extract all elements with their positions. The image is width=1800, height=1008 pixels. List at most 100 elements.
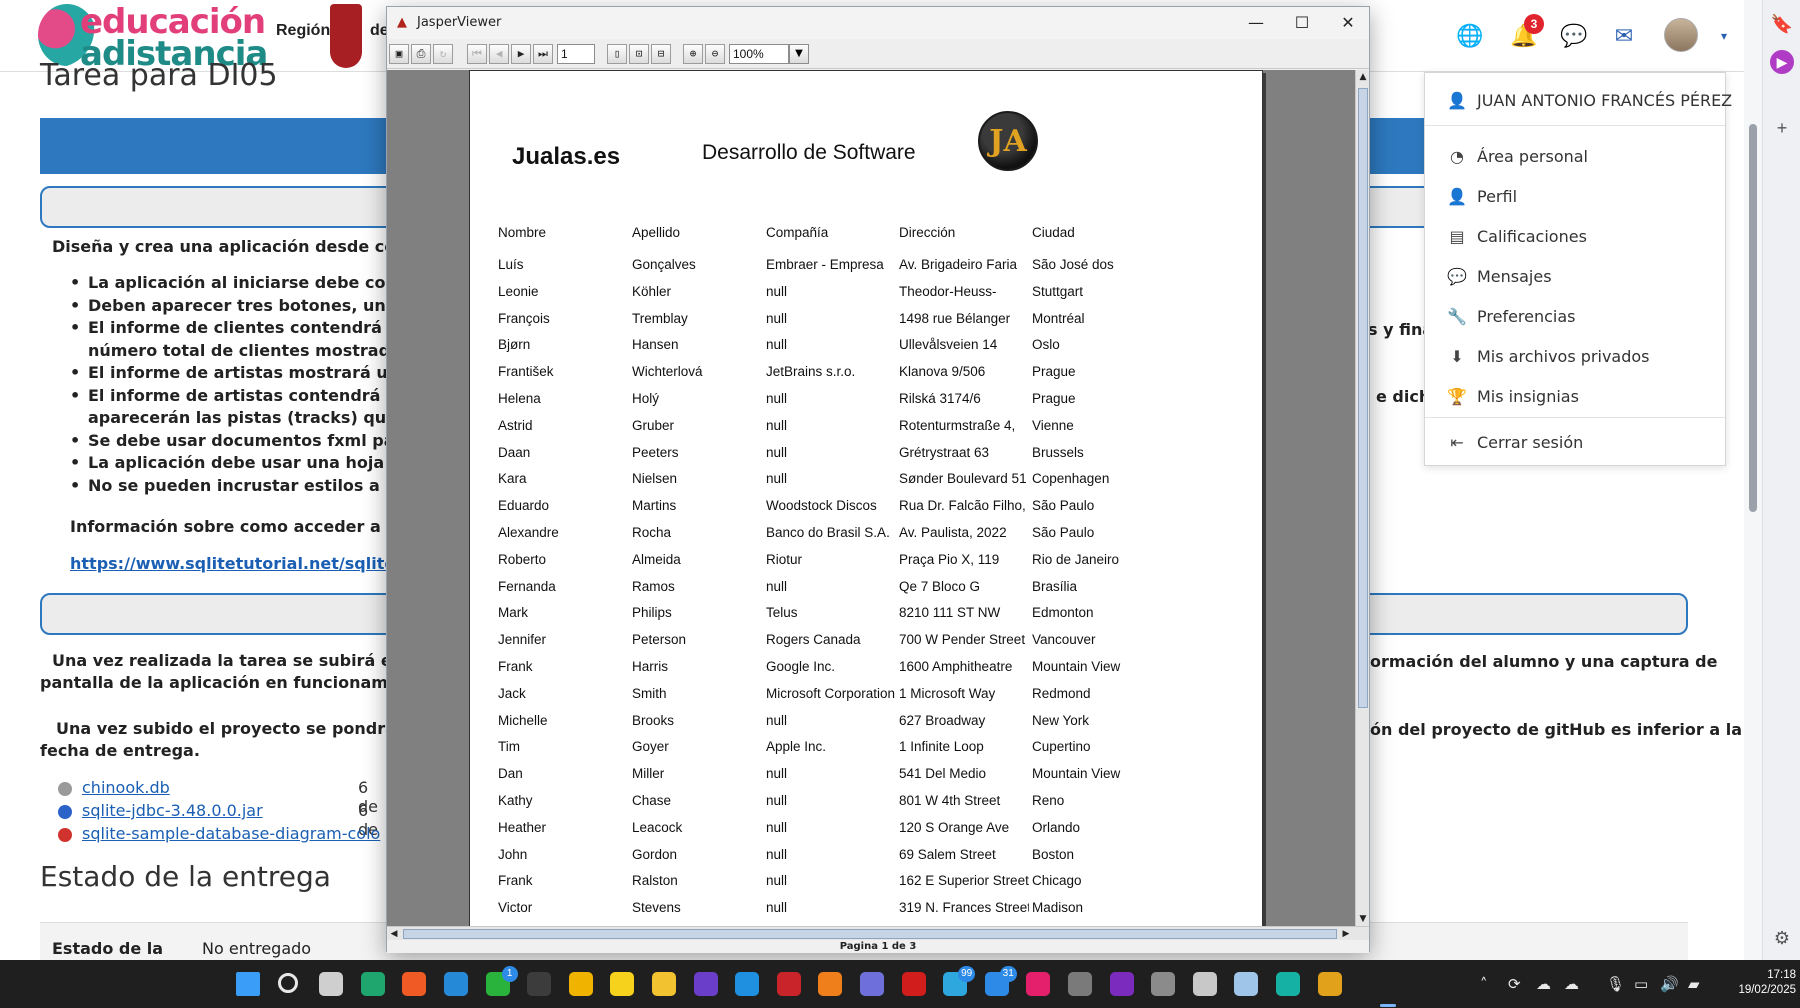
sqlite-tutorial-link[interactable]: https://www.sqlitetutorial.net/sqlite-ja… [70, 553, 386, 575]
jasper-taskbar-icon[interactable] [1317, 972, 1342, 996]
mailspring-icon[interactable] [1026, 972, 1051, 996]
onedrive-icon[interactable]: ☁ [1564, 975, 1579, 993]
menu-item-profile[interactable]: 👤 Perfil [1425, 181, 1725, 213]
language-globe-icon[interactable]: 🌐 [1456, 22, 1484, 50]
chat-bubble-icon[interactable]: 💬 [1560, 22, 1588, 50]
report-column-header: Ciudad [1032, 225, 1075, 240]
cloud-icon[interactable]: ☁ [1536, 975, 1551, 993]
chevron-up-icon[interactable]: ˄ [1480, 975, 1488, 993]
sync-icon[interactable]: ⟳ [1508, 975, 1521, 993]
attachment-file-link[interactable]: sqlite-sample-database-diagram-colo [82, 824, 380, 843]
save-icon[interactable]: ▣ [389, 44, 409, 64]
filezilla-icon[interactable] [776, 972, 801, 996]
brave-browser-icon[interactable] [402, 972, 427, 996]
telegram-icon[interactable]: 99 [943, 966, 976, 996]
gear-icon[interactable]: ⚙ [1770, 926, 1794, 950]
zoom-combo-input[interactable] [729, 44, 789, 64]
terminal-icon[interactable] [527, 972, 552, 996]
scroll-right-icon[interactable]: ▶ [1339, 927, 1353, 941]
report-cell: Bjørn [498, 337, 531, 353]
menu-item-logout[interactable]: ⇤ Cerrar sesión [1425, 427, 1725, 459]
attachment-file-link[interactable]: chinook.db [82, 778, 170, 797]
task-view-icon[interactable] [319, 972, 344, 996]
volume-icon[interactable]: 🔊 [1660, 975, 1679, 993]
attachment-file-link[interactable]: sqlite-jdbc-3.48.0.0.jar [82, 801, 263, 820]
teams-icon[interactable]: 31 [984, 966, 1017, 996]
chevron-down-icon[interactable]: ▾ [1710, 22, 1738, 50]
attachment-file-row[interactable]: chinook.db 6 de [58, 778, 378, 816]
snipping-tool-icon[interactable] [860, 972, 884, 996]
menu-item-messages[interactable]: 💬 Mensajes [1425, 261, 1725, 293]
next-page-icon[interactable]: ▶ [511, 44, 531, 64]
whatsapp-icon[interactable]: 1 [485, 966, 518, 996]
report-cell: Reno [1032, 793, 1065, 808]
zoom-dropdown-arrow-icon[interactable]: ▼ [789, 44, 809, 64]
attachment-file-row[interactable]: sqlite-jdbc-3.48.0.0.jar 6 de [58, 801, 378, 839]
report-cell: null [766, 578, 788, 594]
report-cell: Brooks [632, 712, 675, 728]
menu-item-grades[interactable]: ▤ Calificaciones [1425, 221, 1725, 253]
file-explorer-icon[interactable] [652, 972, 676, 996]
edge-browser-icon[interactable] [360, 972, 385, 996]
scroll-left-icon[interactable]: ◀ [387, 927, 401, 941]
user-menu-fullname[interactable]: 👤 JUAN ANTONIO FRANCÉS PÉREZ [1425, 85, 1732, 117]
last-page-icon[interactable]: ⏭ [533, 44, 553, 64]
settings-icon[interactable] [1151, 972, 1176, 996]
scroll-down-icon[interactable]: ▼ [1356, 912, 1369, 926]
report-row: Fernanda Ramos null Qe 7 Bloco G Brasília [498, 579, 1218, 605]
battery-icon[interactable]: ▰ [1688, 975, 1700, 993]
slack-like-icon[interactable] [1276, 972, 1300, 996]
menu-item-private-files[interactable]: ⬇ Mis archivos privados [1425, 341, 1725, 373]
previous-page-icon[interactable]: ◀ [489, 44, 509, 64]
print-icon[interactable]: ⎙ [411, 44, 431, 64]
report-vertical-scrollbar[interactable]: ▲ ▼ [1355, 70, 1369, 926]
close-button[interactable]: ✕ [1325, 7, 1371, 39]
scanner-icon[interactable] [1234, 972, 1259, 996]
report-horizontal-scrollbar[interactable]: ◀ ▶ [387, 926, 1369, 940]
onenote-icon[interactable] [1109, 972, 1134, 996]
sticky-notes-icon[interactable] [610, 972, 635, 996]
jasperviewer-titlebar[interactable]: ▲ JasperViewer — ☐ ✕ [387, 7, 1369, 39]
report-viewport: Jualas.es Desarrollo de Software JA Nomb… [387, 70, 1369, 926]
page-scrollbar-thumb[interactable] [1749, 124, 1757, 512]
report-row: Roberto Almeida Riotur Praça Pio X, 119 Rio … [498, 552, 1218, 578]
scroll-up-icon[interactable]: ▲ [1356, 70, 1369, 84]
mail-envelope-icon[interactable]: ✉ [1610, 22, 1638, 50]
taskbar-clock[interactable]: 17:18 19/02/2025 [1716, 968, 1796, 998]
maximize-button[interactable]: ☐ [1279, 7, 1325, 39]
user-avatar[interactable] [1664, 18, 1698, 52]
camera-icon[interactable] [1068, 972, 1092, 996]
report-horizontal-thumb[interactable] [403, 929, 1337, 939]
report-vertical-thumb[interactable] [1358, 88, 1368, 708]
docker-icon[interactable] [735, 972, 760, 996]
fit-page-icon[interactable]: ⊡ [629, 44, 649, 64]
steam-icon[interactable] [1192, 972, 1217, 996]
zoom-out-icon[interactable]: ⊖ [705, 44, 725, 64]
reload-icon[interactable]: ↻ [433, 44, 453, 64]
tesla-icon[interactable] [901, 972, 926, 996]
page-scrollbar[interactable] [1744, 0, 1762, 960]
page-number-input[interactable] [557, 44, 595, 64]
vscode-icon[interactable] [444, 972, 468, 996]
assistant-icon[interactable]: ▶ [1770, 50, 1794, 74]
intellij-icon[interactable] [568, 972, 593, 996]
microphone-icon[interactable]: 🎙 [1606, 975, 1625, 993]
actual-size-icon[interactable]: ▯ [607, 44, 627, 64]
add-panel-icon[interactable]: + [1770, 116, 1794, 140]
attachment-file-row[interactable]: sqlite-sample-database-diagram-colo [58, 824, 388, 843]
start-button[interactable] [236, 972, 260, 996]
menu-item-dashboard[interactable]: ◔ Área personal [1425, 141, 1725, 173]
bookmark-icon[interactable]: 🔖 [1770, 12, 1794, 36]
report-cell: 8210 111 ST NW [899, 605, 1001, 621]
notifications-bell-icon[interactable]: 🔔 3 [1510, 14, 1544, 50]
first-page-icon[interactable]: ⏮ [467, 44, 487, 64]
menu-item-badges[interactable]: 🏆 Mis insignias [1425, 381, 1725, 413]
pdtv-icon[interactable] [693, 972, 718, 996]
orange-app-icon[interactable] [818, 972, 843, 996]
display-icon[interactable]: ▭ [1634, 975, 1648, 993]
menu-item-preferences[interactable]: 🔧 Preferencias [1425, 301, 1725, 333]
search-icon[interactable] [277, 973, 298, 993]
minimize-button[interactable]: — [1233, 7, 1279, 39]
zoom-in-icon[interactable]: ⊕ [683, 44, 703, 64]
fit-width-icon[interactable]: ⊟ [651, 44, 671, 64]
